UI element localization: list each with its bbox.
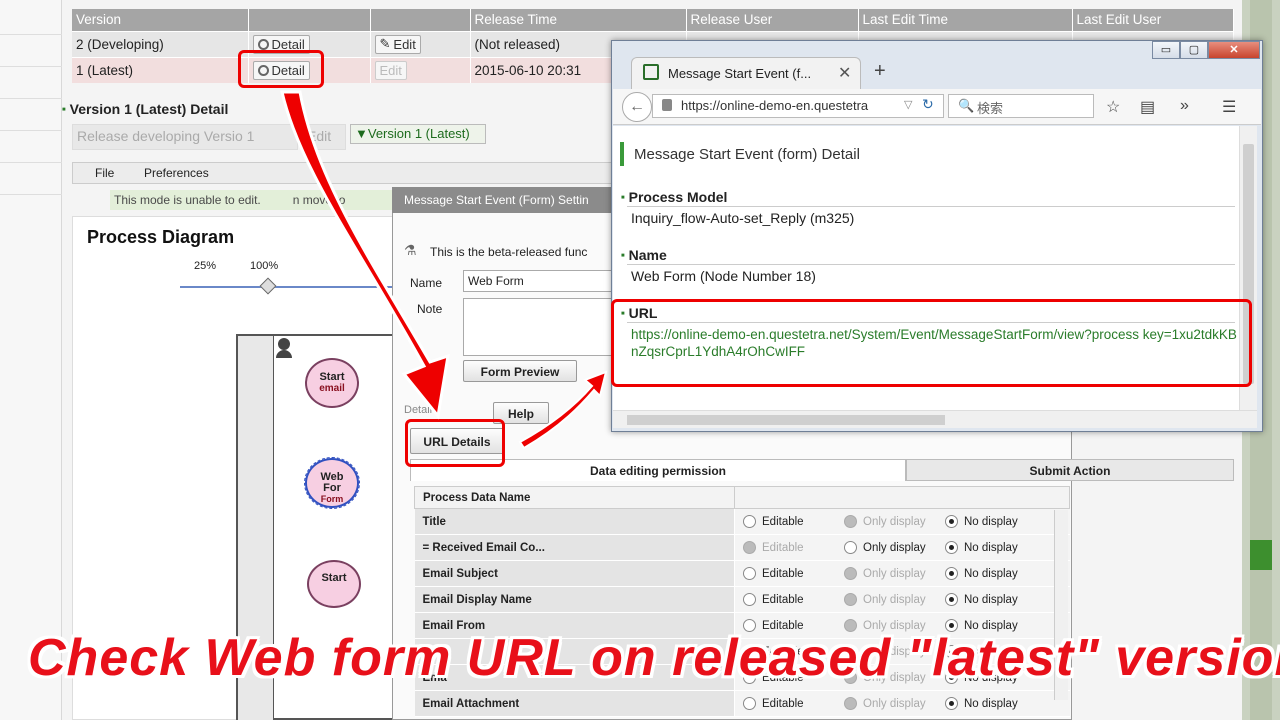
small-arrow-up bbox=[518, 370, 608, 450]
caption-text: Check Web form URL on released "latest" … bbox=[28, 629, 1280, 687]
annotation-arrows bbox=[280, 90, 608, 450]
big-arrow-down bbox=[280, 90, 450, 420]
